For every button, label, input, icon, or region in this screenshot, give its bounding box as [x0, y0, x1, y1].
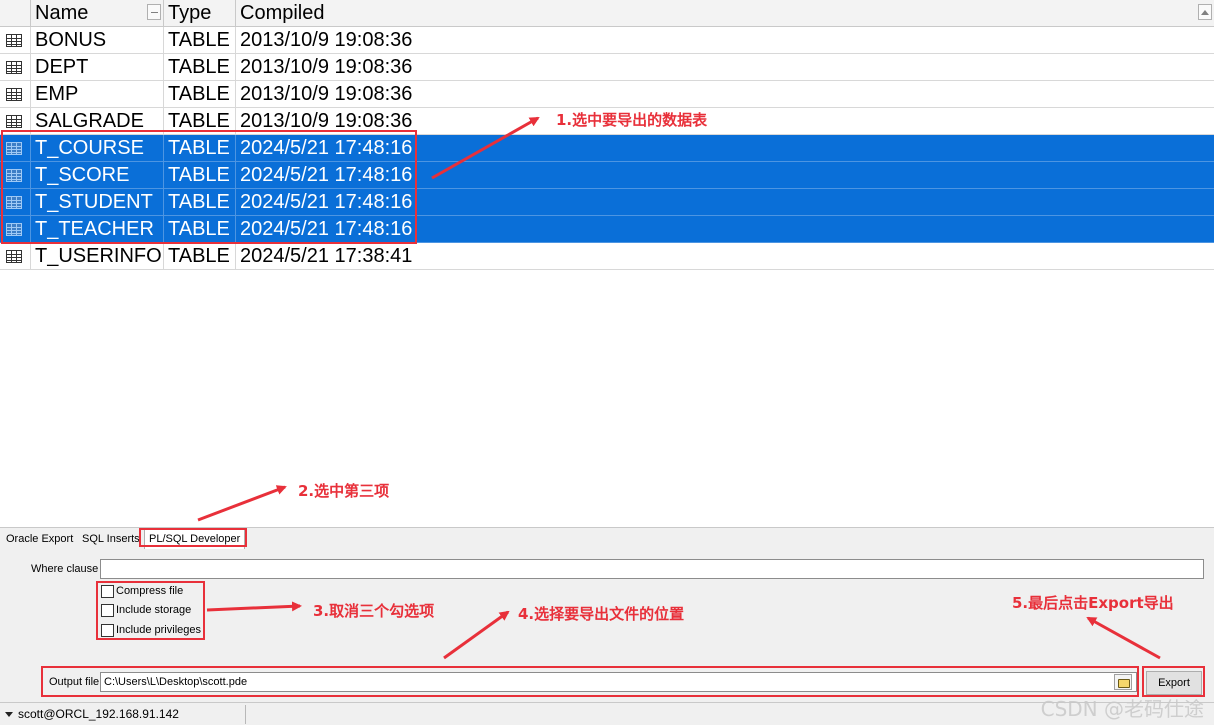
status-divider	[245, 705, 246, 724]
csdn-watermark: CSDN @老码仕途	[1040, 697, 1204, 721]
checkbox-highlight-box	[96, 581, 205, 640]
grid-header: Name Type Compiled	[0, 0, 1214, 27]
header-compiled-label: Compiled	[240, 2, 325, 24]
row-name: EMP	[31, 81, 164, 108]
annotation-step4: 4.选择要导出文件的位置	[518, 605, 685, 623]
row-type: TABLE	[164, 81, 236, 108]
table-icon	[6, 34, 22, 47]
filter-button[interactable]	[147, 4, 161, 20]
row-icon-cell	[0, 81, 31, 108]
selection-highlight-box	[1, 130, 417, 244]
tab-highlight-box	[139, 528, 247, 547]
row-icon-cell	[0, 54, 31, 81]
row-compiled: 2024/5/21 17:38:41	[240, 245, 413, 267]
tab-sql-inserts[interactable]: SQL Inserts	[78, 530, 144, 549]
annotation-step1: 1.选中要导出的数据表	[556, 111, 708, 129]
row-type: TABLE	[164, 243, 236, 270]
row-icon-cell	[0, 27, 31, 54]
header-type[interactable]: Type	[164, 0, 236, 27]
header-compiled[interactable]: Compiled	[236, 0, 1214, 27]
row-name: T_USERINFO	[31, 243, 164, 270]
table-icon	[6, 88, 22, 101]
row-type: TABLE	[164, 27, 236, 54]
table-row[interactable]: BONUS TABLE 2013/10/9 19:08:36	[0, 27, 1214, 54]
row-name: DEPT	[31, 54, 164, 81]
table-icon	[6, 61, 22, 74]
triangle-down-icon[interactable]	[5, 712, 13, 717]
annotation-step2: 2.选中第三项	[298, 482, 390, 500]
row-compiled: 2013/10/9 19:08:36	[240, 29, 413, 51]
tab-oracle-export[interactable]: Oracle Export	[2, 530, 77, 549]
row-compiled: 2013/10/9 19:08:36	[240, 56, 413, 78]
table-row[interactable]: EMP TABLE 2013/10/9 19:08:36	[0, 81, 1214, 108]
row-compiled: 2013/10/9 19:08:36	[240, 83, 413, 105]
table-icon	[6, 115, 22, 128]
scroll-up-button[interactable]	[1198, 4, 1212, 20]
arrow-step2	[197, 485, 287, 522]
row-name: BONUS	[31, 27, 164, 54]
output-highlight-box	[41, 666, 1139, 697]
header-name[interactable]: Name	[31, 0, 164, 27]
where-clause-label: Where clause	[31, 563, 99, 575]
row-icon-cell	[0, 243, 31, 270]
connection-status[interactable]: scott@ORCL_192.168.91.142	[18, 707, 179, 721]
header-name-label: Name	[35, 2, 89, 24]
status-bar: scott@ORCL_192.168.91.142	[0, 702, 1214, 725]
table-row[interactable]: T_USERINFO TABLE 2024/5/21 17:38:41	[0, 243, 1214, 270]
header-icon-column	[0, 0, 31, 27]
row-type: TABLE	[164, 54, 236, 81]
annotation-step3: 3.取消三个勾选项	[313, 602, 435, 620]
annotation-step5: 5.最后点击Export导出	[1012, 594, 1174, 612]
where-clause-input[interactable]	[100, 559, 1204, 579]
table-icon	[6, 250, 22, 263]
table-row[interactable]: DEPT TABLE 2013/10/9 19:08:36	[0, 54, 1214, 81]
export-highlight-box	[1142, 666, 1205, 697]
header-type-label: Type	[168, 2, 212, 24]
